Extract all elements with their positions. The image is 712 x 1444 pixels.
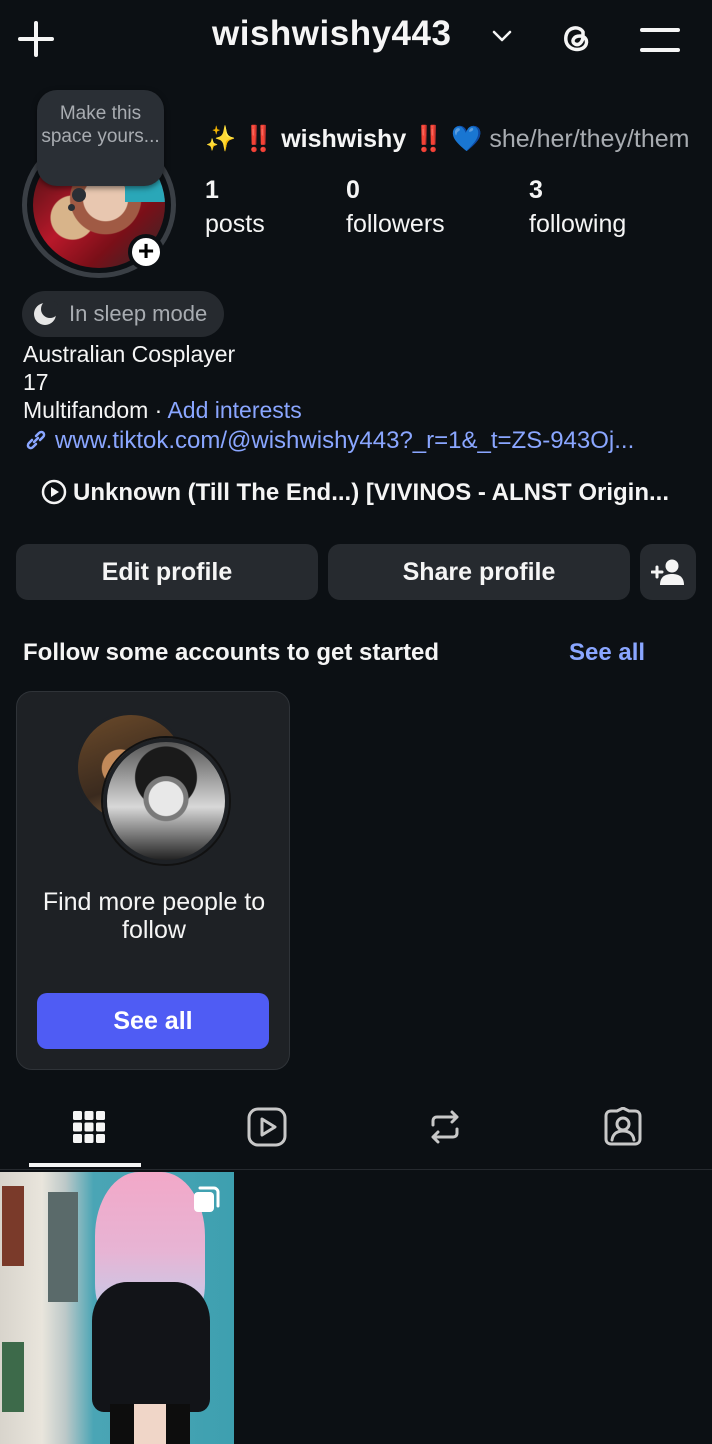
bio-line: 17 — [23, 369, 49, 395]
status-pill[interactable]: In sleep mode — [22, 291, 224, 337]
note-bubble-tail — [72, 188, 86, 202]
posts-stat[interactable]: 1 posts — [205, 173, 265, 241]
add-person-icon — [651, 559, 684, 585]
link-icon — [26, 430, 46, 450]
bio-line: Australian Cosplayer — [23, 341, 236, 367]
bang-emoji-right: ‼️ — [413, 125, 445, 153]
following-label: following — [529, 210, 627, 238]
profile-link-text: www.tiktok.com/@wishwishy443?_r=1&_t=ZS-… — [55, 427, 635, 454]
chevron-down-icon[interactable] — [490, 26, 514, 46]
profile-music[interactable]: Unknown (Till The End...) [VIVINOS - ALN… — [41, 479, 688, 507]
carousel-icon — [194, 1186, 220, 1212]
pronouns: she/her/they/them — [489, 125, 690, 153]
suggestion-card: Find more people to follow See all — [16, 691, 290, 1070]
plus-icon[interactable] — [17, 20, 55, 58]
play-circle-icon — [41, 479, 67, 505]
suggestions-title: Follow some accounts to get started — [23, 639, 440, 666]
display-name: wishwishy — [281, 125, 407, 153]
moon-icon — [34, 301, 58, 325]
tab-reposts[interactable] — [356, 1090, 534, 1168]
followers-label: followers — [346, 210, 445, 238]
edit-profile-button[interactable]: Edit profile — [16, 544, 318, 600]
grid-icon — [73, 1111, 105, 1143]
post-thumbnail[interactable] — [0, 1172, 234, 1444]
profile-tabs — [0, 1090, 712, 1170]
tab-posts-grid[interactable] — [0, 1090, 178, 1168]
following-stat[interactable]: 3 following — [529, 173, 626, 241]
bio-interests-line: Multifandom · Add interests — [23, 397, 302, 424]
bang-emoji-left: ‼️ — [243, 125, 275, 153]
note-bubble-tail-small — [68, 204, 75, 211]
suggestion-avatar — [103, 738, 229, 864]
menu-icon[interactable] — [640, 26, 680, 54]
following-count: 3 — [529, 176, 543, 204]
tab-reels[interactable] — [178, 1090, 356, 1168]
tagged-icon — [604, 1107, 642, 1146]
suggestion-card-text: Find more people to follow — [42, 888, 266, 944]
bio-line: Multifandom — [23, 397, 149, 423]
posts-count: 1 — [205, 176, 219, 204]
tab-tagged[interactable] — [534, 1090, 712, 1168]
followers-stat[interactable]: 0 followers — [346, 173, 445, 241]
top-bar: wishwishy443 — [0, 0, 712, 80]
active-tab-indicator — [29, 1163, 141, 1167]
music-title: Unknown (Till The End...) [VIVINOS - ALN… — [73, 479, 669, 506]
bio-separator: · — [148, 397, 168, 423]
blue-heart-emoji: 💙 — [451, 125, 483, 153]
add-interests-link[interactable]: Add interests — [167, 397, 301, 423]
add-story-icon[interactable]: + — [128, 234, 164, 270]
profile-link[interactable]: www.tiktok.com/@wishwishy443?_r=1&_t=ZS-… — [23, 427, 688, 455]
posts-label: posts — [205, 210, 265, 238]
share-profile-button[interactable]: Share profile — [328, 544, 630, 600]
sparkle-emoji: ✨ — [205, 125, 237, 153]
suggestions-see-all-link[interactable]: See all — [569, 639, 645, 667]
threads-icon[interactable] — [556, 18, 596, 58]
discover-people-button[interactable] — [640, 544, 696, 600]
followers-count: 0 — [346, 176, 360, 204]
reposts-icon — [431, 1110, 459, 1144]
profile-name-line: ✨ ‼️ wishwishy ‼️ 💙 she/her/they/them — [205, 125, 690, 154]
reels-icon — [247, 1107, 287, 1147]
note-bubble[interactable]: Make this space yours... — [37, 90, 164, 186]
account-username[interactable]: wishwishy443 — [212, 14, 451, 54]
suggestion-see-all-button[interactable]: See all — [37, 993, 269, 1049]
status-text: In sleep mode — [69, 301, 208, 326]
